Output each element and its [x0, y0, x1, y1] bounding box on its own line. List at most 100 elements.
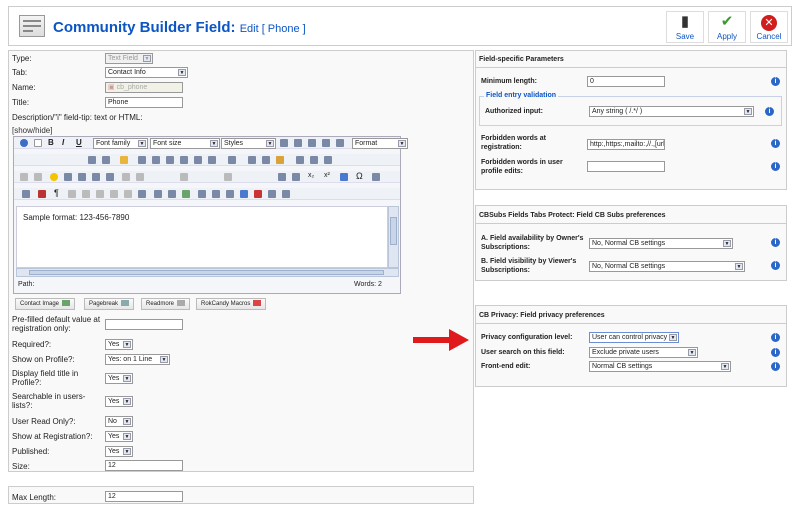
- info-icon[interactable]: i: [771, 261, 780, 270]
- preview-icon[interactable]: [92, 173, 100, 181]
- template-icon[interactable]: [168, 190, 176, 198]
- image-icon[interactable]: [324, 156, 332, 164]
- bold-icon[interactable]: B: [48, 138, 54, 147]
- copy-icon[interactable]: [262, 156, 270, 164]
- font-family-select[interactable]: Font family ▼: [93, 138, 148, 149]
- eraser-icon[interactable]: [372, 173, 380, 181]
- published-select[interactable]: Yes ▼: [105, 446, 133, 457]
- cut-icon[interactable]: [248, 156, 256, 164]
- page-break-icon[interactable]: [254, 190, 262, 198]
- attributes-icon[interactable]: [138, 190, 146, 198]
- left-to-right-icon[interactable]: [20, 173, 28, 181]
- readmore-button[interactable]: Readmore: [141, 298, 191, 310]
- editor-content-area[interactable]: Sample format: 123-456-7890: [16, 206, 388, 268]
- user-search-select[interactable]: Exclude private users ▼: [589, 347, 698, 358]
- info-icon[interactable]: i: [771, 333, 780, 342]
- read-only-select[interactable]: No ▼: [105, 416, 133, 427]
- visual-chars-icon[interactable]: [268, 190, 276, 198]
- vertical-scrollbar[interactable]: [388, 206, 399, 268]
- title-field[interactable]: Phone: [105, 97, 183, 108]
- searchable-select[interactable]: Yes ▼: [105, 396, 133, 407]
- info-icon[interactable]: i: [771, 77, 780, 86]
- horizontal-rule-icon[interactable]: [278, 173, 286, 181]
- unordered-list-icon[interactable]: [228, 156, 236, 164]
- visibility-select[interactable]: No, Normal CB settings ▼: [589, 261, 745, 272]
- deletion-icon[interactable]: [110, 190, 118, 198]
- apply-button[interactable]: ✔ Apply: [708, 11, 746, 43]
- html-source-icon[interactable]: [38, 190, 46, 198]
- redo-icon[interactable]: [194, 156, 202, 164]
- justify-icon[interactable]: [336, 139, 344, 147]
- move-backward-icon[interactable]: [226, 190, 234, 198]
- scrollbar-thumb[interactable]: [29, 270, 384, 275]
- media-icon[interactable]: [64, 173, 72, 181]
- paragraph-icon[interactable]: ¶: [54, 188, 59, 198]
- cleanup-icon[interactable]: [138, 156, 146, 164]
- type-select[interactable]: Text Field ▼: [105, 53, 153, 64]
- frontend-edit-select[interactable]: Normal CB settings ▼: [589, 361, 731, 372]
- highlight-icon[interactable]: [120, 156, 128, 164]
- align-center-icon[interactable]: [308, 139, 316, 147]
- styles-select[interactable]: Styles ▼: [221, 138, 276, 149]
- font-size-select[interactable]: Font size ▼: [150, 138, 220, 149]
- column-icon[interactable]: [224, 173, 232, 181]
- ordered-list-icon[interactable]: [208, 156, 216, 164]
- scrollbar-thumb[interactable]: [390, 217, 397, 245]
- special-char-icon[interactable]: Ω: [356, 171, 363, 181]
- availability-select[interactable]: No, Normal CB settings ▼: [589, 238, 733, 249]
- outdent-icon[interactable]: [166, 156, 174, 164]
- find-replace-icon[interactable]: [88, 156, 96, 164]
- prefilled-field[interactable]: [105, 319, 183, 330]
- insertion-icon[interactable]: [124, 190, 132, 198]
- block-quote-icon[interactable]: [240, 190, 248, 198]
- show-profile-select[interactable]: Yes: on 1 Line ▼: [105, 354, 170, 365]
- table-icon[interactable]: [122, 173, 130, 181]
- new-document-icon[interactable]: [34, 139, 42, 147]
- row-icon[interactable]: [180, 173, 188, 181]
- help-icon[interactable]: [20, 139, 28, 147]
- fullscreen-icon[interactable]: [106, 173, 114, 181]
- strikethrough-icon[interactable]: [280, 139, 288, 147]
- contact-image-button[interactable]: Contact Image: [15, 298, 76, 310]
- cancel-button[interactable]: ✕ Cancel: [750, 11, 788, 43]
- info-icon[interactable]: i: [771, 162, 780, 171]
- info-icon[interactable]: i: [771, 348, 780, 357]
- info-icon[interactable]: i: [771, 362, 780, 371]
- style-props-icon[interactable]: [154, 190, 162, 198]
- save-button[interactable]: ▮ Save: [666, 11, 704, 43]
- privacy-level-select[interactable]: User can control privacy ▼: [589, 332, 679, 343]
- format-select[interactable]: Format ▼: [352, 138, 408, 149]
- italic-icon[interactable]: I: [62, 138, 64, 147]
- forbidden-edit-field[interactable]: [587, 161, 665, 172]
- acronym-icon[interactable]: [96, 190, 104, 198]
- info-icon[interactable]: i: [771, 238, 780, 247]
- layer-icon[interactable]: [182, 190, 190, 198]
- spellcheck-icon[interactable]: [22, 190, 30, 198]
- size-field[interactable]: 12: [105, 460, 183, 471]
- nonbreaking-icon[interactable]: [282, 190, 290, 198]
- tab-select[interactable]: Contact Info ▼: [105, 67, 188, 78]
- subscript-icon[interactable]: x₂: [308, 172, 314, 179]
- align-left-icon[interactable]: [294, 139, 302, 147]
- abbreviation-icon[interactable]: [82, 190, 90, 198]
- forbidden-registration-field[interactable]: http:,https:,mailto:,//.,[url]: [587, 139, 665, 150]
- table-props-icon[interactable]: [136, 173, 144, 181]
- required-select[interactable]: Yes ▼: [105, 339, 133, 350]
- link-icon[interactable]: [296, 156, 304, 164]
- move-forward-icon[interactable]: [212, 190, 220, 198]
- remove-format-icon[interactable]: [292, 173, 300, 181]
- insert-layer-icon[interactable]: [198, 190, 206, 198]
- right-to-left-icon[interactable]: [34, 173, 42, 181]
- rokcandy-macros-button[interactable]: RokCandy Macros: [196, 298, 267, 310]
- indent-icon[interactable]: [152, 156, 160, 164]
- authorized-input-select[interactable]: Any string ( /.*/ ) ▼: [589, 106, 754, 117]
- pagebreak-button[interactable]: Pagebreak: [84, 298, 135, 310]
- text-color-icon[interactable]: [102, 156, 110, 164]
- superscript-icon[interactable]: x²: [324, 172, 330, 179]
- name-field[interactable]: ▣ cb_phone: [105, 82, 183, 93]
- horizontal-scrollbar[interactable]: [16, 268, 399, 277]
- max-length-field[interactable]: 12: [105, 491, 183, 502]
- anchor-icon[interactable]: [310, 156, 318, 164]
- visual-aid-icon[interactable]: [340, 173, 348, 181]
- info-icon[interactable]: i: [771, 139, 780, 148]
